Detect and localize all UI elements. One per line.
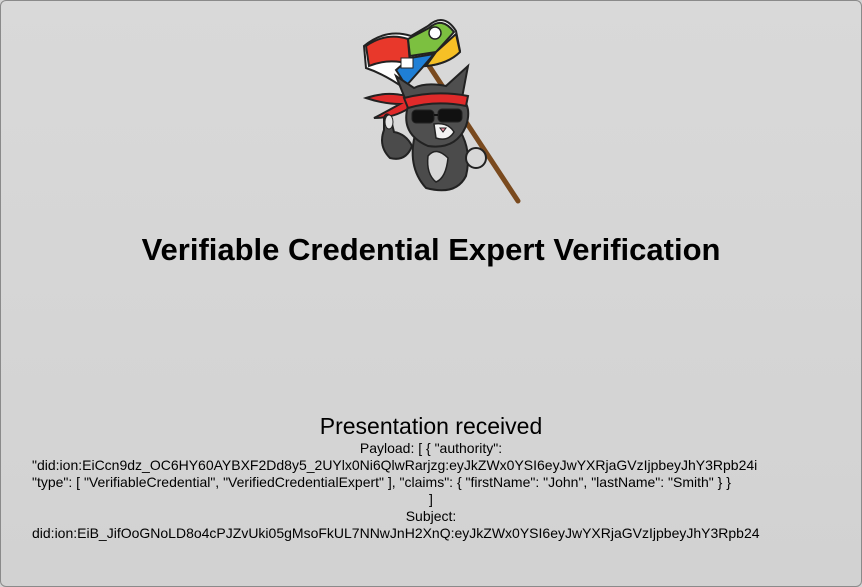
- subject-value: did:ion:EiB_JifOoGNoLD8o4cPJZvUki05gMsoF…: [32, 525, 760, 541]
- presentation-result: Presentation received Payload: [ { "auth…: [1, 412, 861, 542]
- payload-authority: "did:ion:EiCcn9dz_OC6HY60AYBXF2Dd8y5_2UY…: [32, 457, 758, 473]
- payload-claims: "type": [ "VerifiableCredential", "Verif…: [32, 474, 731, 490]
- ninja-cat-flag-icon: [362, 19, 521, 204]
- payload-close: ]: [429, 491, 433, 507]
- page-title: Verifiable Credential Expert Verificatio…: [141, 232, 721, 267]
- presentation-heading: Presentation received: [319, 413, 543, 439]
- browser-viewport: Verifiable Credential Expert Verificatio…: [0, 0, 862, 587]
- payload-label: Payload: [ { "authority":: [359, 440, 503, 456]
- subject-label: Subject:: [405, 508, 457, 524]
